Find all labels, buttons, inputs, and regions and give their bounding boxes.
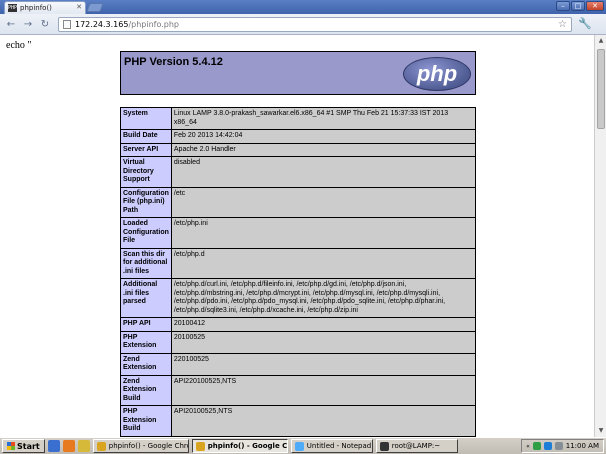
browser-titlebar[interactable]: PHP phpinfo() ✕ – □ ✕ (0, 0, 606, 14)
row-value: /etc/php.d/curl.ini, /etc/php.d/fileinfo… (170, 278, 477, 318)
table-row: PHP API 20100412 (120, 317, 477, 332)
start-button[interactable]: Start (2, 439, 45, 453)
vertical-scrollbar[interactable]: ▲ ▼ (594, 35, 606, 437)
volume-icon[interactable] (554, 442, 563, 450)
taskbar-item-label: phpinfo() - Google Ch... (207, 442, 288, 450)
scroll-thumb[interactable] (597, 49, 605, 129)
close-window-button[interactable]: ✕ (586, 1, 604, 11)
clock[interactable]: 11:00 AM (566, 442, 599, 450)
php-logo: php (403, 57, 471, 91)
row-key: Build Date (120, 129, 172, 144)
row-key: Additional .ini files parsed (120, 278, 172, 318)
row-key: Server API (120, 142, 172, 157)
row-value: disabled (170, 156, 477, 188)
row-key: Virtual Directory Support (120, 156, 172, 188)
table-row: Additional .ini files parsed/etc/php.d/c… (120, 278, 477, 318)
row-key: System (120, 107, 172, 130)
row-key: Loaded Configuration File (120, 217, 172, 249)
row-value: /etc/php.ini (170, 217, 477, 249)
bookmark-star-icon[interactable]: ☆ (558, 19, 567, 30)
notepad-icon (294, 441, 304, 451)
table-row: PHP Extension 20100525 (120, 330, 477, 354)
row-value: Feb 20 2013 14:42:04 (170, 129, 477, 144)
php-version-header: PHP Version 5.4.12 php (120, 51, 476, 95)
start-label: Start (17, 441, 40, 451)
row-key: PHP Extension Build (120, 405, 172, 437)
url-path: /phpinfo.php (128, 20, 179, 29)
row-value: /etc (170, 186, 477, 218)
screen: PHP phpinfo() ✕ – □ ✕ ← → ↻ 172.24.3.165… (0, 0, 606, 454)
network-icon[interactable] (532, 442, 541, 450)
phpinfo-table: System Linux LAMP 3.8.0-prakash_sawarkar.… (120, 107, 477, 437)
row-value: 220100525 (170, 352, 477, 376)
taskbar-item-label: phpinfo() - Google Chrome (108, 442, 188, 450)
chrome-quicklaunch-icon[interactable] (77, 440, 90, 452)
system-tray: « 11:00 AM (521, 439, 604, 453)
new-tab-button[interactable] (86, 3, 104, 12)
reload-icon[interactable]: ↻ (38, 18, 52, 31)
window-controls: – □ ✕ (556, 1, 604, 11)
row-value: 20100525 (170, 330, 477, 354)
tray-expand-icon[interactable]: « (526, 443, 530, 450)
table-row: Build Date Feb 20 2013 14:42:04 (120, 129, 477, 144)
table-row: Zend Extension Build API220100525,NTS (120, 374, 477, 406)
taskbar-item[interactable]: phpinfo() - Google Ch... (191, 439, 288, 453)
php-favicon-icon: PHP (8, 4, 18, 12)
page-viewport: echo " PHP Version 5.4.12 php System Linu… (0, 35, 594, 437)
browser-tab[interactable]: PHP phpinfo() ✕ (4, 1, 86, 14)
row-key: PHP API (120, 317, 172, 332)
row-value: Linux LAMP 3.8.0-prakash_sawarkar.el6.x8… (170, 107, 477, 130)
table-row: Scan this dir for additional .ini files /… (120, 247, 477, 279)
tab-title: phpinfo() (20, 4, 52, 12)
taskbar: Start phpinfo() - Google Chromephpinfo()… (0, 437, 606, 454)
url-host: 172.24.3.165 (75, 20, 129, 29)
taskbar-item[interactable]: root@LAMP:~ (375, 439, 458, 453)
table-row: Virtual Directory Support disabled (120, 156, 477, 188)
task-list: phpinfo() - Google Chrome phpinfo() - Goo… (90, 439, 458, 453)
row-key: Zend Extension Build (120, 374, 172, 406)
back-arrow-icon[interactable]: ← (4, 18, 18, 31)
row-value: Apache 2.0 Handler (170, 142, 477, 157)
table-row: Zend Extension 220100525 (120, 352, 477, 376)
maximize-button[interactable]: □ (571, 1, 585, 11)
row-key: Zend Extension (120, 352, 172, 376)
windows-logo-icon (7, 442, 15, 450)
terminal-icon (379, 441, 389, 451)
row-value: API220100525,NTS (170, 374, 477, 406)
address-bar[interactable]: 172.24.3.165/phpinfo.php ☆ (58, 17, 572, 32)
taskbar-item-label: root@LAMP:~ (391, 442, 441, 450)
table-row: System Linux LAMP 3.8.0-prakash_sawarkar.… (120, 107, 477, 130)
table-row: PHP Extension Build API20100525,NTS (120, 405, 477, 437)
table-row: Loaded Configuration File/etc/php.ini (120, 217, 477, 249)
browser-toolbar: ← → ↻ 172.24.3.165/phpinfo.php ☆ 🔧 (0, 14, 606, 35)
wrench-menu-icon[interactable]: 🔧 (578, 17, 592, 30)
firefox-icon[interactable] (62, 440, 75, 452)
chrome-icon (96, 441, 106, 451)
security-icon[interactable] (543, 442, 552, 450)
row-key: Configuration File (php.ini) Path (120, 186, 172, 218)
echo-text: echo " (6, 40, 32, 51)
row-key: PHP Extension (120, 330, 172, 354)
table-row: Configuration File (php.ini) Path/etc (120, 186, 477, 218)
row-value: API20100525,NTS (170, 405, 477, 437)
taskbar-item[interactable]: Untitled - Notepad (290, 439, 373, 453)
taskbar-item[interactable]: phpinfo() - Google Chrome (92, 439, 189, 453)
scroll-up-icon[interactable]: ▲ (596, 36, 606, 46)
page-icon (63, 20, 71, 29)
scroll-down-icon[interactable]: ▼ (596, 426, 606, 436)
row-key: Scan this dir for additional .ini files (120, 247, 172, 279)
php-version-title: PHP Version 5.4.12 (124, 56, 223, 68)
tab-close-icon[interactable]: ✕ (76, 3, 82, 11)
table-row: Server API Apache 2.0 Handler (120, 142, 477, 157)
minimize-button[interactable]: – (556, 1, 570, 11)
row-value: /etc/php.d (170, 247, 477, 279)
show-desktop-icon[interactable] (47, 440, 60, 452)
chrome-icon (195, 441, 205, 451)
row-value: 20100412 (170, 317, 477, 332)
taskbar-item-label: Untitled - Notepad (306, 442, 372, 450)
forward-arrow-icon[interactable]: → (21, 18, 35, 31)
